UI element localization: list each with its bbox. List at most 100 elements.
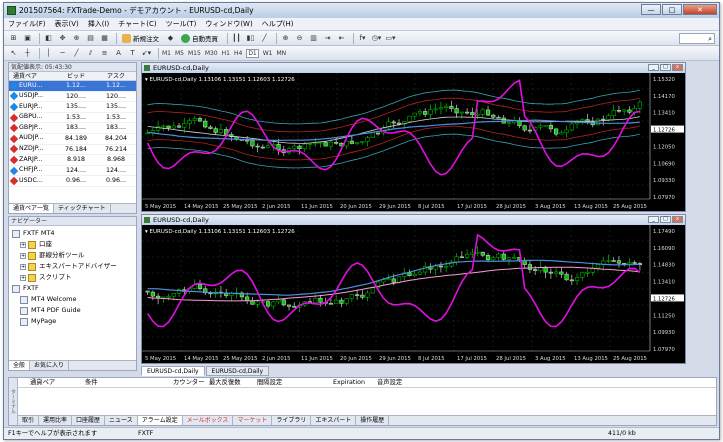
chart-shift-icon[interactable]: ⇤ — [336, 33, 347, 44]
chart-window-1[interactable]: EURUSD-cd,Daily _ □ x ▾ EURUSD-cd,Daily … — [141, 62, 686, 212]
tab-favorites[interactable]: お気に入り — [30, 361, 70, 370]
zoom-out-icon[interactable]: ⊖ — [294, 33, 305, 44]
auto-trading-button[interactable]: 自動売買 — [179, 33, 220, 44]
tester-icon[interactable]: ▦ — [99, 33, 110, 44]
terminal-icon[interactable]: ▤ — [85, 33, 96, 44]
chart-tab-2[interactable]: EURUSD-cd,Daily — [205, 366, 270, 376]
title-bar[interactable]: 201507564: FXTrade-Demo - デモアカウント - EURU… — [4, 3, 719, 18]
market-watch-row[interactable]: EURU... 1.12... 1.12... — [9, 81, 136, 92]
navigator-item[interactable]: FXTF — [9, 283, 136, 294]
text-icon[interactable]: A — [113, 48, 124, 59]
tab-symbols[interactable]: 通貨ペア一覧 — [9, 204, 55, 213]
label-icon[interactable]: T — [127, 48, 138, 59]
menu-chart[interactable]: チャート(C) — [118, 19, 156, 29]
terminal-side-label[interactable]: ターミナル — [9, 378, 18, 425]
market-watch-row[interactable]: CHFJP... 124.... 124.... — [9, 166, 136, 177]
line-chart-icon[interactable]: ╱ — [259, 33, 270, 44]
tab-common[interactable]: 全般 — [9, 361, 31, 370]
chart-2-minimize-button[interactable]: _ — [648, 216, 659, 223]
tab-exposure[interactable]: 運用比率 — [39, 416, 73, 425]
menu-insert[interactable]: 挿入(I) — [88, 19, 110, 29]
tf-m1[interactable]: M1 — [162, 50, 171, 57]
navigator-item[interactable]: + スクリプト — [9, 272, 136, 283]
chart-1-maximize-button[interactable]: □ — [660, 64, 671, 71]
chart-1-minimize-button[interactable]: _ — [648, 64, 659, 71]
bar-chart-icon[interactable]: ┃┃ — [231, 33, 242, 44]
new-order-button[interactable]: 新規注文 — [120, 33, 161, 44]
close-button[interactable]: ✕ — [683, 4, 717, 15]
indicators-icon[interactable]: f▾ — [357, 33, 368, 44]
channel-icon[interactable]: ⫽ — [85, 48, 96, 59]
tf-m5[interactable]: M5 — [175, 50, 184, 57]
autoscroll-icon[interactable]: ⇥ — [322, 33, 333, 44]
chart-tab-1[interactable]: EURUSD-cd,Daily — [141, 366, 205, 376]
tab-account-history[interactable]: 口座履歴 — [72, 416, 106, 425]
tf-h1[interactable]: H1 — [222, 50, 230, 57]
tab-alerts[interactable]: アラーム設定 — [137, 416, 183, 425]
navigator-icon[interactable]: ✥ — [57, 33, 68, 44]
vertical-line-icon[interactable]: │ — [43, 48, 54, 59]
tf-h4[interactable]: H4 — [234, 50, 242, 57]
market-watch-row[interactable]: NZDJP... 76.184 76.214 — [9, 145, 136, 156]
market-watch-row[interactable]: GBPJP... 183.... 183.... — [9, 123, 136, 134]
tab-mailbox[interactable]: メールボックス — [183, 416, 234, 425]
horizontal-line-icon[interactable]: ─ — [57, 48, 68, 59]
navigator-item[interactable]: FXTF MT4 — [9, 228, 136, 239]
fibonacci-icon[interactable]: ≡ — [99, 48, 110, 59]
navigator-item[interactable]: + 罫線分析ツール — [9, 250, 136, 261]
tf-mn[interactable]: MN — [277, 50, 287, 57]
market-watch-row[interactable]: GBPU... 1.53... 1.53... — [9, 113, 136, 124]
market-watch-row[interactable]: EURJP... 135.... 135.... — [9, 102, 136, 113]
tf-m30[interactable]: M30 — [205, 50, 218, 57]
tile-windows-icon[interactable]: ▥ — [308, 33, 319, 44]
tab-library[interactable]: ライブラリ — [272, 416, 312, 425]
navigator-item[interactable]: + 口座 — [9, 239, 136, 250]
chart-window-2-titlebar[interactable]: EURUSD-cd,Daily _ □ x — [142, 215, 685, 225]
chart-2-maximize-button[interactable]: □ — [660, 216, 671, 223]
price-chart-2[interactable]: ▾ EURUSD-cd,Daily 1.13106 1.13151 1.1260… — [142, 225, 685, 363]
menu-window[interactable]: ウィンドウ(W) — [205, 19, 252, 29]
menu-view[interactable]: 表示(V) — [55, 19, 79, 29]
tab-trade[interactable]: 取引 — [18, 416, 40, 425]
tab-news[interactable]: ニュース — [105, 416, 138, 425]
navigator-item[interactable]: MyPage — [9, 316, 136, 327]
menu-file[interactable]: ファイル(F) — [8, 19, 46, 29]
candle-chart-icon[interactable]: ▮▯ — [245, 33, 256, 44]
chart-1-close-button[interactable]: x — [672, 64, 683, 71]
chart-window-2[interactable]: EURUSD-cd,Daily _ □ x ▾ EURUSD-cd,Daily … — [141, 214, 686, 364]
price-chart-1[interactable]: ▾ EURUSD-cd,Daily 1.13106 1.13151 1.1260… — [142, 73, 685, 211]
tf-m15[interactable]: M15 — [188, 50, 201, 57]
meta-editor-icon[interactable]: ◆ — [165, 33, 176, 44]
minimize-button[interactable]: — — [641, 4, 661, 15]
market-watch-row[interactable]: AUDJP... 84.189 84.204 — [9, 134, 136, 145]
crosshair-icon[interactable]: ┼ — [22, 48, 33, 59]
tab-journal[interactable]: 操作履歴 — [356, 416, 390, 425]
market-watch-row[interactable]: USDJP... 120.... 120.... — [9, 92, 136, 103]
profiles-icon[interactable]: ▣ — [22, 33, 33, 44]
tf-w1[interactable]: W1 — [263, 50, 273, 57]
arrows-icon[interactable]: ➹▾ — [141, 48, 152, 59]
tab-market[interactable]: マーケット — [233, 416, 273, 425]
expand-icon[interactable]: + — [20, 252, 26, 259]
trendline-icon[interactable]: ╱ — [71, 48, 82, 59]
cursor-icon[interactable]: ↖ — [8, 48, 19, 59]
tab-experts[interactable]: エキスパート — [311, 416, 357, 425]
navigator-item[interactable]: MT4 PDF Guide — [9, 305, 136, 316]
expand-icon[interactable]: + — [20, 274, 26, 281]
chart-window-1-titlebar[interactable]: EURUSD-cd,Daily _ □ x — [142, 63, 685, 73]
navigator-item[interactable]: MT4 Welcome — [9, 294, 136, 305]
zoom-in-icon[interactable]: ⊕ — [280, 33, 291, 44]
periods-icon[interactable]: ◷▾ — [371, 33, 382, 44]
new-chart-icon[interactable]: ⊞ — [8, 33, 19, 44]
market-watch-row[interactable]: ZARJP... 8.918 8.968 — [9, 155, 136, 166]
tf-d1[interactable]: D1 — [246, 48, 259, 58]
data-window-icon[interactable]: ⊕ — [71, 33, 82, 44]
templates-icon[interactable]: ▭▾ — [385, 33, 396, 44]
chart-2-close-button[interactable]: x — [672, 216, 683, 223]
expand-icon[interactable]: + — [20, 263, 26, 270]
navigator-item[interactable]: + エキスパートアドバイザー — [9, 261, 136, 272]
expand-icon[interactable]: + — [20, 241, 26, 248]
menu-tools[interactable]: ツール(T) — [166, 19, 197, 29]
menu-help[interactable]: ヘルプ(H) — [262, 19, 294, 29]
market-watch-row[interactable]: USDC... 0.96... 0.96... — [9, 176, 136, 187]
